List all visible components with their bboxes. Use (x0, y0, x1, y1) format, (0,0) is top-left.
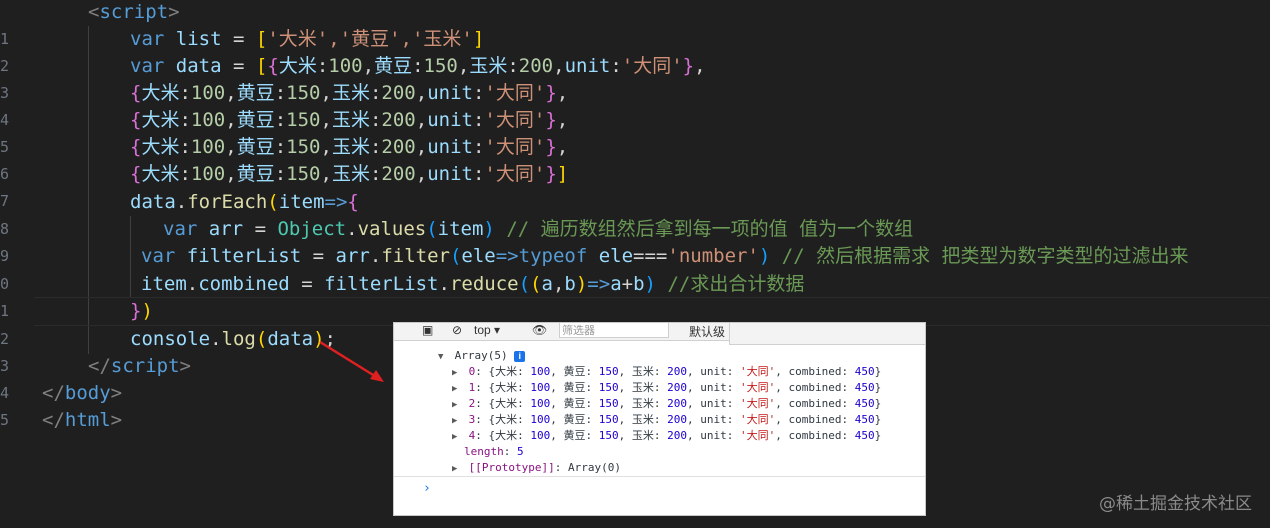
code-line: item.combined = filterList.reduce((a,b)=… (141, 273, 805, 295)
unit-string: '大同' (484, 163, 546, 185)
collapse-triangle-icon[interactable]: ▶ (452, 397, 462, 413)
console-object-row[interactable]: ▶ 4: {大米: 100, 黄豆: 150, 玉米: 200, unit: '… (452, 428, 881, 444)
devtools-side-panel (729, 323, 925, 345)
list-strings: '大米','黄豆','玉米' (267, 28, 473, 50)
sidebar-toggle-icon[interactable]: ▣ (422, 323, 433, 337)
console-object-row[interactable]: ▶ 3: {大米: 100, 黄豆: 150, 玉米: 200, unit: '… (452, 412, 881, 428)
prototype-row[interactable]: ▶ [[Prototype]]: Array(0) (452, 460, 621, 476)
line-number: 8 (0, 220, 10, 238)
line-number: 4 (0, 384, 10, 402)
line-number: 1 (0, 302, 10, 320)
collapse-triangle-icon[interactable]: ▶ (452, 429, 462, 445)
devtools-console: ▣ ⊘ top ▾ 👁 筛选器 默认级 ▼ Array(5) i ▶ 0: {大… (393, 322, 926, 516)
code-line: </script> (88, 355, 191, 377)
clear-console-icon[interactable]: ⊘ (452, 323, 462, 337)
line-number: 6 (0, 165, 10, 183)
line-number: 1 (0, 30, 10, 48)
line-number: 3 (0, 357, 10, 375)
line-number-gutter: 1 2 3 4 5 6 7 8 9 0 1 2 3 4 5 (0, 0, 34, 528)
code-line: var list = ['大米','黄豆','玉米'] (130, 28, 485, 50)
line-number: 5 (0, 411, 10, 429)
code-line: data.forEach(item=>{ (130, 191, 359, 213)
line-number: 5 (0, 138, 10, 156)
live-expression-icon[interactable]: 👁 (532, 323, 547, 337)
code-line: {大米:100,黄豆:150,玉米:200,unit:'大同'}, (130, 136, 569, 158)
line-number: 9 (0, 247, 10, 265)
code-line: {大米:100,黄豆:150,玉米:200,unit:'大同'}, (130, 82, 569, 104)
console-object-row[interactable]: ▶ 0: {大米: 100, 黄豆: 150, 玉米: 200, unit: '… (452, 364, 881, 380)
comment-filter: // 然后根据需求 把类型为数字类型的过滤出来 (781, 245, 1189, 267)
log-level-dropdown[interactable]: 默认级 (689, 323, 725, 340)
code-line: <script> (88, 1, 180, 23)
collapse-triangle-icon[interactable]: ▶ (452, 461, 462, 477)
console-separator (394, 476, 925, 477)
line-number: 3 (0, 84, 10, 102)
collapse-triangle-icon[interactable]: ▶ (452, 413, 462, 429)
number-string: 'number' (667, 245, 759, 267)
array-length-row: length: 5 (464, 445, 524, 458)
context-selector[interactable]: top ▾ (474, 323, 500, 337)
code-line: var arr = Object.values(item) // 遍历数组然后拿… (163, 218, 914, 240)
code-line: </html> (42, 409, 123, 431)
line-number: 0 (0, 275, 10, 293)
info-icon[interactable]: i (514, 350, 526, 362)
console-filter-input[interactable]: 筛选器 (559, 323, 669, 338)
annotation-arrow (319, 340, 384, 382)
code-line: var filterList = arr.filter(ele=>typeof … (141, 245, 1189, 267)
code-line: {大米:100,黄豆:150,玉米:200,unit:'大同'}] (130, 163, 569, 185)
collapse-triangle-icon[interactable]: ▶ (452, 365, 462, 381)
line-number (0, 0, 34, 27)
console-object-row[interactable]: ▶ 2: {大米: 100, 黄豆: 150, 玉米: 200, unit: '… (452, 396, 881, 412)
expand-triangle-icon[interactable]: ▼ (438, 349, 448, 365)
comment-values: // 遍历数组然后拿到每一项的值 值为一个数组 (506, 218, 914, 240)
line-number: 2 (0, 57, 10, 75)
console-prompt[interactable]: › (423, 481, 431, 496)
code-line: </body> (42, 382, 123, 404)
line-number: 2 (0, 330, 10, 348)
array-summary[interactable]: ▼ Array(5) i (438, 348, 526, 365)
indent-guide (130, 216, 131, 298)
code-line: var data = [{大米:100,黄豆:150,玉米:200,unit:'… (130, 55, 706, 77)
line-number: 4 (0, 111, 10, 129)
console-object-row[interactable]: ▶ 1: {大米: 100, 黄豆: 150, 玉米: 200, unit: '… (452, 380, 881, 396)
comment-reduce: //求出合计数据 (667, 273, 805, 295)
code-line: {大米:100,黄豆:150,玉米:200,unit:'大同'}, (130, 109, 569, 131)
line-number: 7 (0, 192, 10, 210)
code-line: }) (130, 300, 153, 322)
watermark: @稀土掘金技术社区 (1099, 494, 1252, 514)
collapse-triangle-icon[interactable]: ▶ (452, 381, 462, 397)
